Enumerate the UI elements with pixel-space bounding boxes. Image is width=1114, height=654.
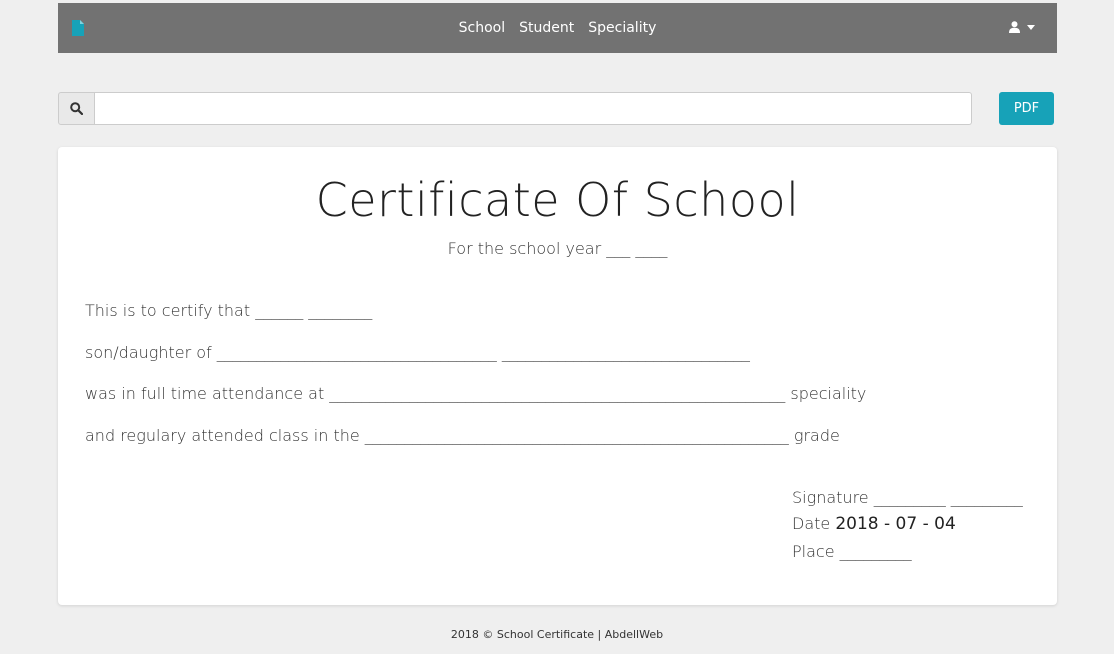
place-line: Place _________	[792, 542, 912, 561]
nav-link-student[interactable]: Student	[519, 20, 574, 36]
user-icon	[1009, 21, 1020, 33]
parent-line: son/daughter of ________________________…	[85, 343, 750, 362]
search-icon	[70, 102, 83, 115]
date-label: Date	[792, 514, 831, 533]
attendance-line: was in full time attendance at _________…	[85, 384, 867, 403]
certify-line: This is to certify that ______ ________	[85, 301, 373, 320]
pdf-button[interactable]: PDF	[999, 92, 1054, 125]
certificate-title: Certificate Of School	[315, 173, 800, 227]
search-addon	[58, 92, 95, 125]
signature-line: Signature _________ _________	[792, 488, 1023, 507]
date-line: Date 2018 - 07 - 04	[792, 514, 956, 534]
chevron-down-icon	[1027, 24, 1035, 30]
grade-line: and regulary attended class in the _____…	[85, 426, 840, 445]
user-menu-toggle[interactable]	[1009, 21, 1035, 33]
search-input[interactable]	[95, 92, 972, 125]
nav-links: School Student Speciality	[58, 3, 1057, 53]
certificate-subtitle: For the school year ___ ____	[447, 239, 668, 258]
top-navbar: School Student Speciality	[58, 3, 1057, 53]
nav-link-speciality[interactable]: Speciality	[588, 20, 656, 36]
certificate-card: Certificate Of School For the school yea…	[58, 147, 1057, 605]
date-value: 2018 - 07 - 04	[835, 514, 956, 534]
footer-text: 2018 © School Certificate | AbdellWeb	[450, 628, 664, 641]
nav-link-school[interactable]: School	[459, 20, 505, 36]
search-bar	[58, 92, 972, 125]
